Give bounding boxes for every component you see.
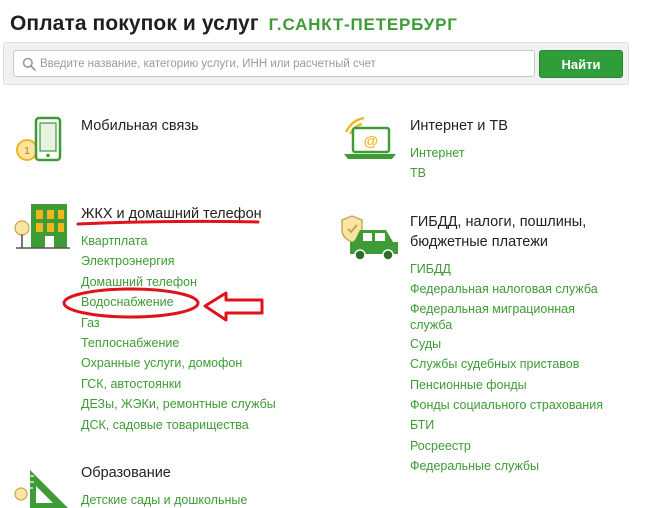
link-fms-line2[interactable]: служба	[410, 317, 603, 334]
page-title: Оплата покупок и услуг Г.САНКТ-ПЕТЕРБУРГ	[10, 12, 458, 36]
link-internet[interactable]: Интернет	[410, 143, 465, 163]
search-icon	[22, 57, 36, 71]
search-panel: Найти	[3, 42, 629, 85]
laptop-at-icon: @	[344, 116, 396, 159]
category-gibdd-title-line1[interactable]: ГИБДД, налоги, пошлины,	[410, 213, 586, 231]
link-fms[interactable]: Федеральная миграционная	[410, 302, 603, 317]
link-gibdd[interactable]: ГИБДД	[410, 259, 603, 279]
link-gas[interactable]: Газ	[81, 313, 276, 333]
page-title-text: Оплата покупок и услуг	[10, 12, 259, 35]
link-garages-parking[interactable]: ГСК, автостоянки	[81, 374, 276, 394]
link-fns[interactable]: Федеральная налоговая служба	[410, 279, 603, 299]
link-electricity[interactable]: Электроэнергия	[81, 251, 276, 271]
link-kvartplata[interactable]: Квартплата	[81, 231, 276, 251]
internet-links: Интернет ТВ	[410, 143, 465, 184]
link-rosreestr[interactable]: Росреестр	[410, 436, 603, 456]
link-dez-zhek[interactable]: ДЕЗы, ЖЭКи, ремонтные службы	[81, 394, 276, 414]
housing-links: Квартплата Электроэнергия Домашний телеф…	[81, 231, 276, 435]
link-courts[interactable]: Суды	[410, 334, 603, 354]
search-input[interactable]	[40, 51, 532, 76]
category-housing-title[interactable]: ЖКХ и домашний телефон	[81, 205, 262, 223]
search-box[interactable]	[13, 50, 535, 77]
svg-text:1: 1	[24, 146, 30, 157]
category-internet-title[interactable]: Интернет и ТВ	[410, 117, 508, 135]
link-security-intercom[interactable]: Охранные услуги, домофон	[81, 353, 276, 373]
find-button[interactable]: Найти	[539, 50, 623, 78]
gibdd-links: ГИБДД Федеральная налоговая служба Федер…	[410, 259, 603, 477]
link-water-supply[interactable]: Водоснабжение	[81, 292, 276, 312]
link-bailiffs[interactable]: Службы судебных приставов	[410, 354, 603, 374]
svg-text:@: @	[364, 133, 379, 150]
phone-icon: 1	[16, 116, 62, 162]
link-home-phone[interactable]: Домашний телефон	[81, 272, 276, 292]
link-bti[interactable]: БТИ	[410, 415, 603, 435]
link-social-insurance[interactable]: Фонды социального страхования	[410, 395, 603, 415]
house-icon	[14, 204, 70, 249]
category-education-title[interactable]: Образование	[81, 464, 171, 482]
category-mobile-title[interactable]: Мобильная связь	[81, 117, 199, 135]
link-kindergartens[interactable]: Детские сады и дошкольные	[81, 490, 247, 508]
education-links: Детские сады и дошкольные	[81, 490, 247, 508]
link-tv[interactable]: ТВ	[410, 163, 465, 183]
link-pension-funds[interactable]: Пенсионные фонды	[410, 375, 603, 395]
link-federal-services[interactable]: Федеральные службы	[410, 456, 603, 476]
link-dsk-garden[interactable]: ДСК, садовые товарищества	[81, 415, 276, 435]
link-heating[interactable]: Теплоснабжение	[81, 333, 276, 353]
ruler-triangle-icon	[14, 470, 68, 508]
city-selector[interactable]: Г.САНКТ-ПЕТЕРБУРГ	[269, 15, 458, 34]
category-gibdd-title-line2[interactable]: бюджетные платежи	[410, 233, 548, 251]
car-shield-icon	[341, 215, 398, 260]
